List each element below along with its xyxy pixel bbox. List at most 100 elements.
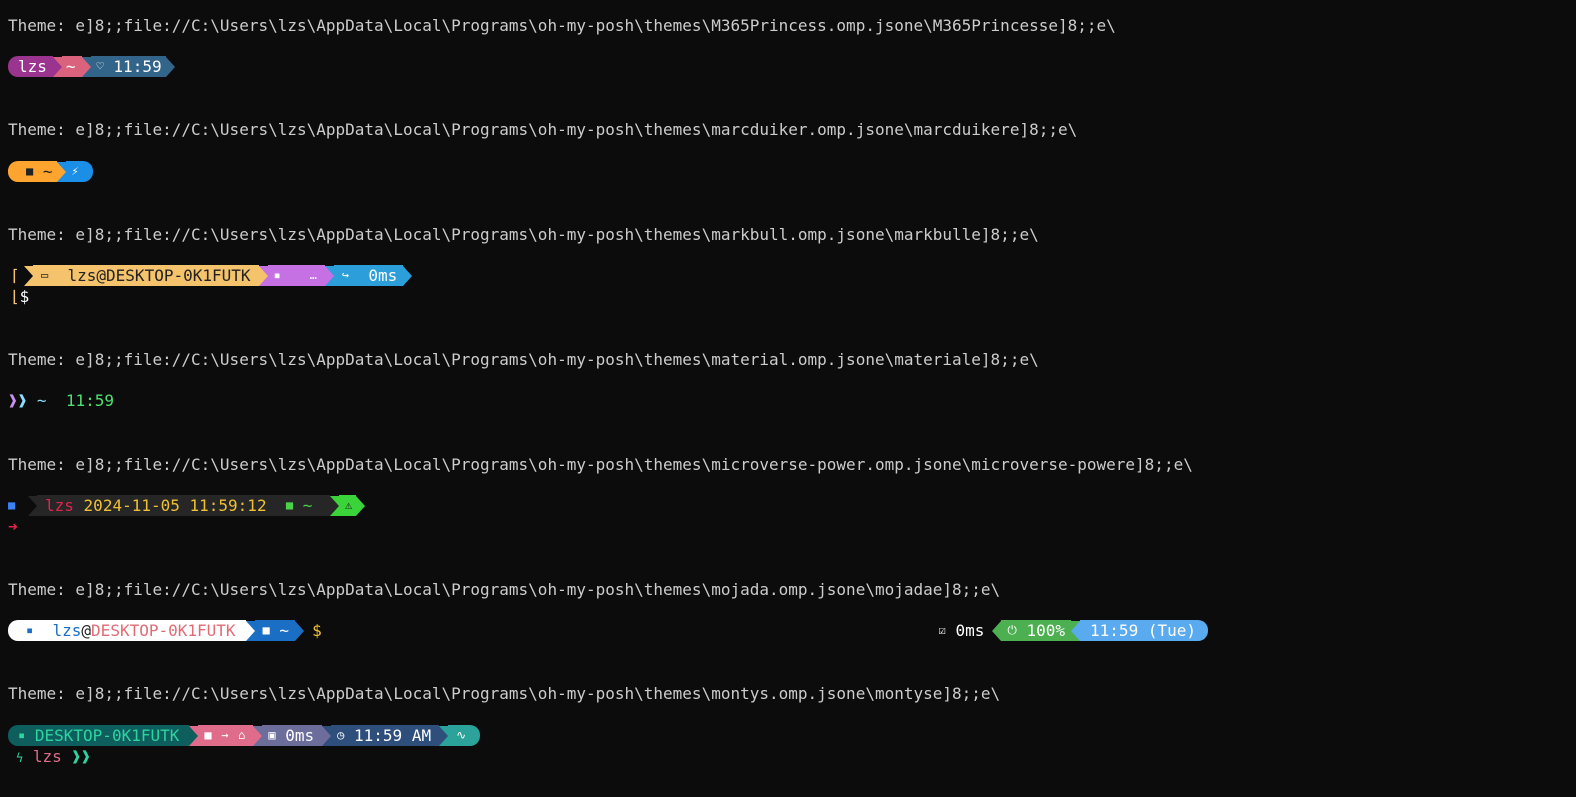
theme-line-m365princess: Theme: e]8;;file://C:\Users\lzs\AppData\… — [8, 16, 1116, 35]
path-value: ~ — [279, 621, 290, 640]
host-value: DESKTOP-0K1FUTK — [91, 621, 236, 640]
chevron-icon: ❱ — [8, 391, 18, 410]
prompt-line-2-markbull: ⌊$ — [10, 286, 29, 307]
windows-icon: ■ — [8, 498, 16, 512]
user-value: lzs — [32, 747, 62, 766]
theme-line-mojada: Theme: e]8;;file://C:\Users\lzs\AppData\… — [8, 580, 1001, 599]
exec-time-value: 0ms — [368, 266, 398, 285]
path-value: ~ — [36, 391, 47, 410]
powerline-arrow — [295, 620, 305, 641]
datetime-value: 2024-11-05 11:59:12 — [83, 496, 267, 515]
user-segment: lzs — [18, 56, 53, 77]
theme-line-microverse-power: Theme: e]8;;file://C:\Users\lzs\AppData\… — [8, 455, 1193, 474]
powerline-arrow — [330, 495, 339, 516]
home-icon: ⌂ — [238, 728, 246, 742]
theme-line-markbull: Theme: e]8;;file://C:\Users\lzs\AppData\… — [8, 225, 1039, 244]
windows-icon: ▪ — [18, 728, 26, 742]
battery-value: 100% — [1026, 621, 1066, 640]
info-segment: lzs 2024-11-05 11:59:12 ■ ~ — [37, 495, 330, 516]
path-value: ~ — [302, 496, 313, 515]
path-segment: ■ ~ — [18, 161, 57, 182]
powerline-arrow — [439, 725, 449, 746]
exec-time-value: 0ms — [285, 726, 315, 745]
bracket-bottom-icon: ⌊ — [10, 287, 20, 306]
prompt-char: $ — [19, 287, 30, 306]
powerline-arrow — [56, 161, 66, 182]
prompt-m365princess: lzs ~ ♡ 11:59 — [8, 56, 175, 77]
checkbox-icon: ☑ — [938, 623, 946, 637]
exec-time-segment: ▣ 0ms — [262, 725, 323, 746]
segment-cap — [8, 725, 18, 746]
plug-icon: ⏻ — [1007, 623, 1017, 637]
host-value: DESKTOP-0K1FUTK — [34, 726, 180, 745]
time-segment: ◷ 11:59 AM — [331, 725, 440, 746]
path-value: … — [309, 268, 317, 282]
path-segment: ■ ~ — [254, 620, 296, 641]
powerline-arrow — [165, 56, 175, 77]
segment-cap — [1198, 620, 1208, 641]
monitor-icon: ▭ — [41, 268, 49, 282]
bolt-segment: ⚡ — [65, 161, 83, 182]
powerline-arrow — [322, 725, 332, 746]
user-host-segment: ▪ lzs @ DESKTOP-0K1FUTK — [18, 620, 246, 641]
clock-icon: ◷ — [337, 728, 345, 742]
powerline-arrow — [24, 265, 33, 286]
folder-icon: ■ — [26, 164, 34, 178]
powerline-arrow — [356, 495, 366, 516]
prompt-markbull: ⌈ ▭ lzs@DESKTOP-0K1FUTK ▪ … ↪ 0ms — [10, 265, 413, 286]
os-path-segment: ▪ … — [267, 265, 325, 286]
powerline-arrow — [258, 265, 268, 286]
segment-cap — [8, 620, 18, 641]
theme-line-montys: Theme: e]8;;file://C:\Users\lzs\AppData\… — [8, 684, 1001, 703]
warning-segment: ⚠ — [339, 495, 357, 516]
powerline-arrow — [52, 56, 62, 77]
prompt-line-2-montys: ϟ lzs ❱❱ — [16, 746, 91, 767]
stopwatch-icon: ▣ — [268, 728, 276, 742]
user-value: lzs — [45, 496, 74, 515]
host-value: lzs@DESKTOP-0K1FUTK — [67, 266, 251, 285]
windows-icon: ▪ — [26, 623, 34, 637]
prompt-mojada: ▪ lzs @ DESKTOP-0K1FUTK ■ ~ $ ☑ 0ms ⏻ 100%… — [8, 620, 1208, 641]
prompt-microverse-power: ■ lzs 2024-11-05 11:59:12 ■ ~ ⚠ — [8, 495, 366, 516]
powerline-arrow — [245, 620, 255, 641]
user-value: lzs — [52, 621, 82, 640]
prompt-montys: ▪ DESKTOP-0K1FUTK ■ → ⌂ ▣ 0ms ◷ 11:59 AM… — [8, 725, 481, 746]
folder-icon: ■ — [285, 498, 294, 512]
arrow-prompt-icon: ➜ — [8, 517, 18, 536]
time-value: 11:59 — [65, 391, 114, 410]
battery-segment: ⏻ 100% — [1001, 620, 1072, 641]
folder-icon: ■ — [204, 728, 212, 742]
prompt-marcduiker: ■ ~ ⚡ — [8, 161, 93, 182]
time-value: 11:59 — [113, 57, 162, 76]
exec-time-segment: ↪ 0ms — [333, 265, 404, 286]
powerline-arrow — [324, 265, 334, 286]
at-sign: @ — [81, 621, 92, 640]
bracket-icon: ⌈ — [10, 266, 20, 285]
path-segment: ~ — [61, 56, 82, 77]
exec-time-value: 0ms — [955, 621, 985, 640]
time-value: 11:59 AM — [354, 726, 432, 745]
bolt-icon: ⚡ — [71, 164, 79, 178]
time-segment: ♡ 11:59 — [90, 56, 166, 77]
prompt-char: $ — [312, 621, 322, 640]
host-segment: ▭ lzs@DESKTOP-0K1FUTK — [33, 265, 259, 286]
heart-icon: ♡ — [96, 59, 104, 73]
warning-icon: ⚠ — [345, 498, 353, 512]
arrow-right-icon: → — [221, 728, 229, 742]
path-segment: ■ → ⌂ — [198, 725, 254, 746]
chevron-icon: ❱ — [17, 391, 28, 410]
powerline-arrow — [81, 56, 91, 77]
prompt-material: ❱❱ ~ 11:59 — [8, 390, 114, 411]
segment-cap — [82, 161, 93, 182]
powerline-arrow — [253, 725, 263, 746]
powerline-arrow — [28, 495, 37, 516]
theme-line-marcduiker: Theme: e]8;;file://C:\Users\lzs\AppData\… — [8, 120, 1078, 139]
powerline-arrow — [189, 725, 199, 746]
status-segment: ∿ — [448, 725, 471, 746]
segment-cap — [8, 56, 18, 77]
chevrons: ❱❱ — [71, 747, 91, 766]
host-segment: ▪ DESKTOP-0K1FUTK — [18, 725, 190, 746]
theme-line-material: Theme: e]8;;file://C:\Users\lzs\AppData\… — [8, 350, 1039, 369]
windows-icon: ▪ — [273, 268, 281, 282]
pulse-icon: ∿ — [456, 728, 467, 742]
